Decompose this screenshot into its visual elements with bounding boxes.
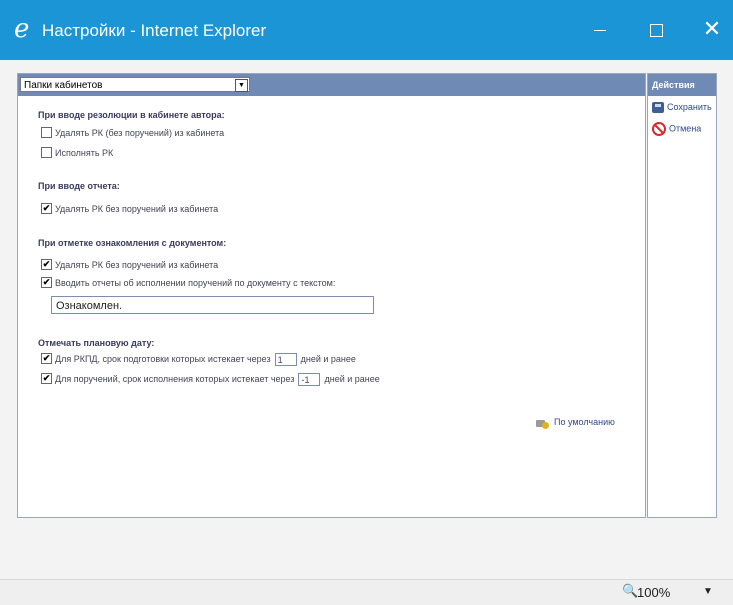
- acquaint-report-label: Вводить отчеты об исполнении поручений п…: [55, 278, 336, 288]
- zoom-dropdown-icon[interactable]: ▼: [703, 586, 713, 597]
- save-button[interactable]: Сохранить: [652, 102, 712, 114]
- resolution-execute-row: Исполнять РК: [41, 147, 113, 159]
- resolution-section-title: При вводе резолюции в кабинете автора:: [38, 110, 225, 120]
- acquaint-report-row: ✔ Вводить отчеты об исполнении поручений …: [41, 277, 335, 289]
- restore-defaults-icon: [536, 418, 550, 429]
- actions-panel: Действия Сохранить Отмена: [647, 73, 717, 518]
- resolution-delete-row: Удалять РК (без поручений) из кабинета: [41, 127, 224, 139]
- acquaint-delete-checkbox[interactable]: ✔: [41, 259, 52, 271]
- resolution-execute-checkbox[interactable]: [41, 147, 52, 159]
- save-label: Сохранить: [667, 102, 712, 112]
- report-delete-row: ✔ Удалять РК без поручений из кабинета: [41, 203, 218, 215]
- plan-rkpd-days-input[interactable]: 1: [274, 353, 297, 367]
- panel-header: Папки кабинетов ▼: [18, 74, 645, 96]
- acquaint-report-checkbox[interactable]: ✔: [41, 277, 52, 289]
- maximize-icon: [649, 23, 663, 37]
- actions-header: Действия: [648, 74, 716, 96]
- resolution-delete-checkbox[interactable]: [41, 127, 52, 139]
- acquaint-delete-label: Удалять РК без поручений из кабинета: [55, 260, 219, 270]
- acquaint-section-title: При отметке ознакомления с документом:: [38, 238, 227, 248]
- report-delete-checkbox[interactable]: ✔: [41, 203, 52, 215]
- maximize-button[interactable]: [634, 14, 678, 44]
- acquaint-delete-row: ✔ Удалять РК без поручений из кабинета: [41, 259, 218, 271]
- close-button[interactable]: ✕: [690, 14, 733, 44]
- minimize-icon: [594, 29, 606, 31]
- plan-orders-label: Для поручений, срок исполнения которых и…: [55, 374, 295, 384]
- zoom-level[interactable]: 100%: [637, 585, 670, 600]
- window-title: Настройки - Internet Explorer: [42, 21, 267, 40]
- plan-orders-suffix: дней и ранее: [324, 374, 380, 384]
- folder-select[interactable]: Папки кабинетов ▼: [20, 77, 250, 92]
- folder-select-value: Папки кабинетов: [24, 80, 103, 91]
- chevron-down-icon[interactable]: ▼: [235, 79, 248, 92]
- plan-orders-checkbox[interactable]: ✔: [41, 373, 52, 385]
- cancel-label: Отмена: [669, 123, 702, 134]
- minimize-button[interactable]: [578, 14, 622, 44]
- default-button[interactable]: По умолчанию: [536, 417, 615, 429]
- settings-panel: Папки кабинетов ▼ При вводе резолюции в …: [17, 73, 646, 518]
- cancel-icon: [652, 122, 666, 136]
- plan-rkpd-suffix: дней и ранее: [300, 354, 356, 364]
- status-bar: 🔍 100% ▼: [0, 579, 733, 605]
- plan-rkpd-row: ✔ Для РКПД, срок подготовки которых истек…: [41, 353, 356, 367]
- plan-rkpd-label: Для РКПД, срок подготовки которых истека…: [55, 354, 271, 364]
- default-button-label: По умолчанию: [554, 417, 615, 427]
- report-delete-label: Удалять РК без поручений из кабинета: [55, 204, 219, 214]
- cancel-button[interactable]: Отмена: [652, 122, 701, 136]
- plan-orders-days-input[interactable]: -1: [298, 373, 321, 387]
- title-bar: e Настройки - Internet Explorer ✕: [0, 0, 733, 60]
- save-icon: [652, 102, 664, 114]
- plan-section-title: Отмечать плановую дату:: [38, 338, 155, 348]
- zoom-icon[interactable]: 🔍: [622, 583, 638, 599]
- plan-orders-row: ✔ Для поручений, срок исполнения которых …: [41, 373, 380, 387]
- client-area: Папки кабинетов ▼ При вводе резолюции в …: [0, 60, 733, 579]
- resolution-delete-label: Удалять РК (без поручений) из кабинета: [55, 128, 225, 138]
- acquaint-text-input[interactable]: Ознакомлен.: [51, 296, 374, 314]
- resolution-execute-label: Исполнять РК: [55, 148, 114, 158]
- ie-icon: e: [14, 14, 30, 44]
- report-section-title: При вводе отчета:: [38, 181, 120, 191]
- plan-rkpd-checkbox[interactable]: ✔: [41, 353, 52, 365]
